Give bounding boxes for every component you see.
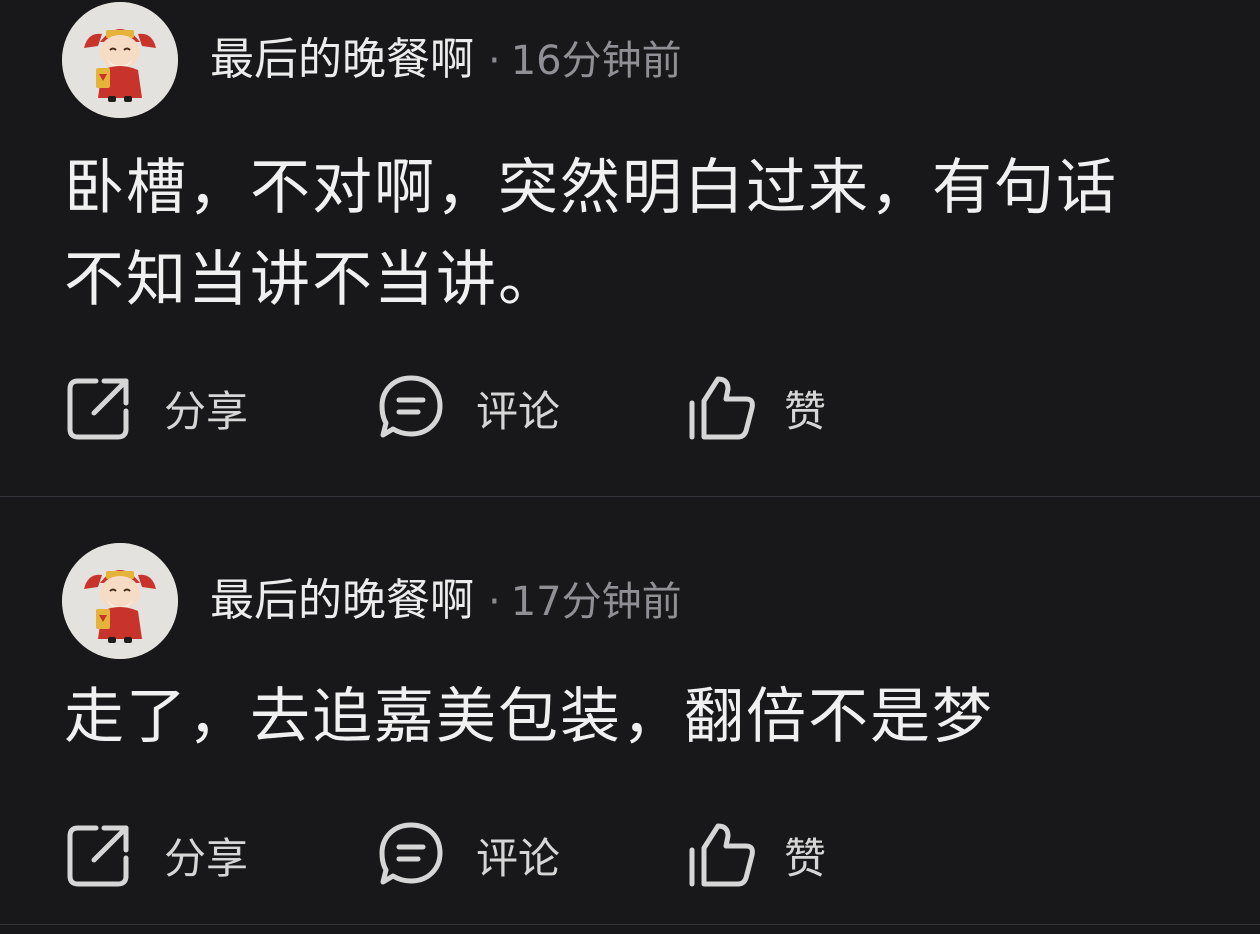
comment-label: 评论 — [476, 386, 561, 436]
comment-icon — [376, 820, 446, 890]
like-button[interactable]: 赞 — [688, 820, 826, 890]
caishen-avatar-icon — [62, 2, 178, 118]
comment-text: 走了，去追嘉美包装，翻倍不是梦 — [64, 671, 1194, 763]
comment-label: 评论 — [476, 833, 561, 883]
meta-separator: · — [488, 38, 501, 84]
timestamp: 17分钟前 — [510, 579, 682, 625]
comment-meta: 最后的晚餐啊 · 16分钟前 — [210, 30, 682, 90]
meta-separator: · — [488, 579, 501, 625]
share-button[interactable]: 分享 — [64, 820, 248, 890]
comment-text: 卧槽，不对啊，突然明白过来，有句话 不知当讲不当讲。 — [64, 142, 1194, 326]
username[interactable]: 最后的晚餐啊 — [210, 575, 474, 626]
comment-button[interactable]: 评论 — [376, 820, 560, 890]
avatar[interactable] — [62, 543, 178, 659]
username[interactable]: 最后的晚餐啊 — [210, 34, 474, 85]
share-label: 分享 — [164, 386, 249, 436]
comment-card: 最后的晚餐啊 · 17分钟前 走了，去追嘉美包装，翻倍不是梦 分享 评论 赞 — [0, 497, 1260, 924]
like-label: 赞 — [784, 386, 827, 436]
like-label: 赞 — [784, 833, 827, 883]
share-icon — [64, 820, 134, 890]
comment-text-line: 卧槽，不对啊，突然明白过来，有句话 — [64, 153, 1118, 223]
comment-icon — [376, 373, 446, 443]
comment-text-line: 走了，去追嘉美包装，翻倍不是梦 — [64, 682, 994, 752]
caishen-avatar-icon — [62, 543, 178, 659]
comment-card: 最后的晚餐啊 · 16分钟前 卧槽，不对啊，突然明白过来，有句话 不知当讲不当讲。 … — [0, 0, 1260, 496]
like-button[interactable]: 赞 — [688, 373, 826, 443]
divider — [0, 924, 1260, 925]
comment-button[interactable]: 评论 — [376, 373, 560, 443]
thumbs-up-icon — [688, 373, 758, 443]
share-button[interactable]: 分享 — [64, 373, 248, 443]
share-icon — [64, 373, 134, 443]
comment-text-line: 不知当讲不当讲。 — [64, 245, 560, 315]
share-label: 分享 — [164, 833, 249, 883]
avatar[interactable] — [62, 2, 178, 118]
timestamp: 16分钟前 — [510, 38, 682, 84]
thumbs-up-icon — [688, 820, 758, 890]
comment-meta: 最后的晚餐啊 · 17分钟前 — [210, 571, 682, 631]
